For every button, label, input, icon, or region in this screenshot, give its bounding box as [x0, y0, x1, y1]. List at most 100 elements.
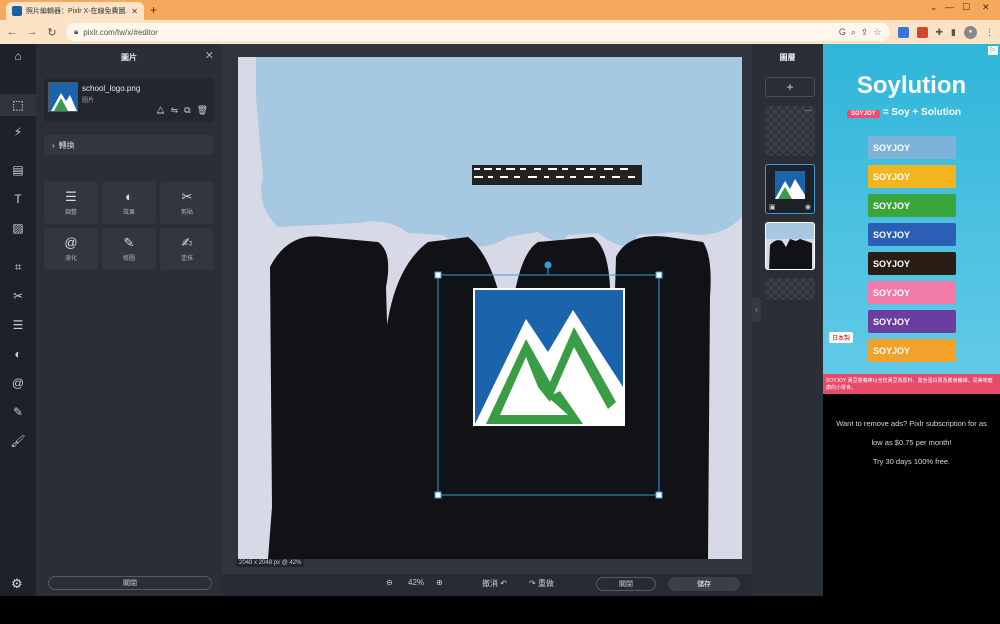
promo-line-1: Want to remove ads? Pixlr subscription f… [836, 419, 987, 428]
tool-label: 液化 [64, 256, 77, 262]
crop-icon[interactable]: ⌗ [0, 260, 36, 275]
menu-kebab-icon[interactable]: ⋮ [985, 27, 994, 38]
canvas-image[interactable] [238, 57, 742, 559]
window-close-icon[interactable]: ✕ [982, 2, 990, 13]
flip-horizontal-icon[interactable]: ⧋ [157, 105, 165, 116]
google-icon[interactable]: G [839, 27, 846, 37]
close-button[interactable]: 關閉 [596, 577, 656, 591]
trash-icon[interactable]: 🗑︎ [197, 105, 208, 116]
layer-item-background[interactable] [765, 278, 815, 300]
duplicate-icon[interactable]: ⧉ [184, 105, 190, 116]
collapse-panel-icon[interactable]: › [752, 298, 761, 322]
puzzle-icon[interactable]: ✚ [936, 27, 944, 38]
browser-tab[interactable]: 照片編輯器：Pixlr X-在線免費圖... ✕ [6, 2, 144, 20]
share-icon[interactable]: ⇪ [861, 27, 869, 38]
tab-title: 照片編輯器：Pixlr X-在線免費圖... [26, 8, 128, 15]
filter-contrast-icon[interactable]: ◐ [0, 347, 36, 361]
chevron-down-icon[interactable]: ⌄ [930, 2, 938, 13]
retouch-bandage-icon[interactable]: ✎ [0, 405, 36, 419]
layer-silhouette-thumbnail [766, 223, 814, 269]
minimize-icon[interactable]: — [945, 2, 954, 12]
sidepanel-icon[interactable]: ▮ [951, 27, 956, 38]
bookmark-star-icon[interactable]: ☆ [873, 27, 881, 38]
pattern-icon[interactable]: ▨ [0, 221, 36, 235]
product-bar: SOYJOY [868, 310, 956, 333]
zoom-in-icon[interactable]: ⊕ [436, 578, 443, 587]
close-icon[interactable]: ✕ [205, 49, 214, 62]
ad-footer-text: SOYJOY 黃豆營養棒以全粒黃豆為原料，富含蛋白質及膳食纖維，是美味健康的小零… [823, 374, 1000, 394]
browser-tabbar: 照片編輯器：Pixlr X-在線免費圖... ✕ + ⌄ — ☐ ✕ [0, 0, 1000, 20]
translate-extension-icon[interactable] [897, 26, 909, 38]
settings-gear-icon[interactable]: ⚙ [11, 576, 23, 592]
new-tab-icon[interactable]: + [150, 3, 157, 17]
tool-label: 效果 [122, 210, 135, 216]
transform-toggle[interactable]: › 轉換 [44, 135, 214, 155]
promo-line-3: Try 30 days 100% free. [872, 457, 951, 466]
tool-grid: ☰ 調整 ◐ 效果 ✂ 剪貼 @ 液化 ✎ 修圖 ✍ 塗抹 [44, 182, 214, 270]
layer-item-silhouette[interactable] [765, 222, 815, 270]
home-icon[interactable]: ⌂ [0, 49, 36, 63]
eye-icon[interactable]: ◉ [805, 203, 811, 211]
zoom-level[interactable]: 42% [408, 578, 424, 587]
remove-ads-promo[interactable]: Want to remove ads? Pixlr subscription f… [823, 414, 1000, 471]
redo-button[interactable]: ↷ 重做 [529, 578, 554, 589]
pixlr-favicon-icon [12, 6, 22, 16]
undo-button[interactable]: 撤消 ↶ [482, 578, 507, 589]
draw-brush-icon[interactable]: 🖌︎ [0, 434, 36, 448]
ad-tagline: SOYJOY = Soy + Solution [847, 107, 961, 118]
tool-label: 修圖 [122, 256, 135, 262]
url-text[interactable]: pixlr.com/tw/x/#editor [83, 28, 834, 37]
zoom-icon[interactable]: ⌕ [851, 27, 856, 38]
undo-label: 撤消 [482, 579, 498, 588]
save-button[interactable]: 儲存 [668, 577, 740, 591]
adjust-sliders-icon[interactable]: ☰ [0, 318, 36, 332]
forward-icon[interactable]: → [26, 26, 38, 38]
address-bar[interactable]: 🔒︎ pixlr.com/tw/x/#editor G ⌕ ⇪ ☆ [66, 23, 890, 41]
maximize-icon[interactable]: ☐ [962, 2, 970, 13]
extension-icon[interactable] [916, 26, 928, 38]
tool-cutout[interactable]: ✂ 剪貼 [160, 182, 214, 224]
quick-tools-icon[interactable]: ⚡ [0, 125, 36, 139]
image-icon: ▣ [769, 204, 776, 211]
chevron-right-icon: › [52, 140, 55, 150]
layer-menu-icon[interactable]: ⋯ [804, 106, 812, 115]
layer-item-logo[interactable]: ▣ ◉ [765, 164, 815, 214]
flip-vertical-icon[interactable]: ⇋ [171, 105, 179, 116]
zoom-out-icon[interactable]: ⊖ [386, 578, 393, 587]
tool-liquify[interactable]: @ 液化 [44, 228, 98, 270]
arrange-tool-icon[interactable]: ⬚ [0, 94, 36, 116]
promo-line-2: low as $0.75 per month! [871, 438, 952, 447]
school-logo-icon [49, 83, 77, 111]
panel-title: 圖片 [121, 53, 137, 62]
ad-brand-badge: 日本製 [829, 332, 854, 343]
back-icon[interactable]: ← [6, 26, 18, 38]
tool-label: 調整 [64, 210, 77, 216]
product-bar-label: SOYJOY [873, 258, 911, 269]
tool-adjust[interactable]: ☰ 調整 [44, 182, 98, 224]
tool-effect[interactable]: ◐ 效果 [102, 182, 156, 224]
tool-smudge[interactable]: ✍ 塗抹 [160, 228, 214, 270]
product-bar-label: SOYJOY [873, 200, 911, 211]
tab-close-icon[interactable]: ✕ [131, 7, 138, 16]
tool-retouch[interactable]: ✎ 修圖 [102, 228, 156, 270]
ad-title: Soylution [856, 72, 967, 99]
layout-icon[interactable]: ▤ [0, 163, 36, 177]
text-tool-icon[interactable]: T [0, 192, 36, 206]
product-bar: SOYJOY [868, 194, 956, 217]
ad-pill: SOYJOY [847, 110, 880, 118]
browser-toolbar: ← → ↻ 🔒︎ pixlr.com/tw/x/#editor G ⌕ ⇪ ☆ … [0, 20, 1000, 44]
product-bar-label: SOYJOY [873, 142, 911, 153]
screen: 照片編輯器：Pixlr X-在線免費圖... ✕ + ⌄ — ☐ ✕ ← → ↻… [0, 0, 1000, 624]
reload-icon[interactable]: ↻ [46, 26, 58, 39]
cutout-scissors-icon[interactable]: ✂ [0, 289, 36, 303]
panel-close-button[interactable]: 關閉 [48, 576, 212, 590]
layer-item-text[interactable]: ⋯ [765, 106, 815, 156]
smudge-icon: ✍ [181, 235, 193, 250]
liquify-spiral-icon[interactable]: @ [0, 376, 36, 390]
undo-icon: ↶ [500, 579, 507, 588]
product-bar-label: SOYJOY [873, 287, 911, 298]
adchoices-icon[interactable]: ▷ [988, 46, 998, 55]
add-layer-button[interactable]: + [765, 77, 815, 97]
ad-banner[interactable]: ▷ Soylution SOYJOY = Soy + Solution SOYJO… [823, 44, 1000, 394]
profile-avatar[interactable]: ● [964, 25, 977, 39]
